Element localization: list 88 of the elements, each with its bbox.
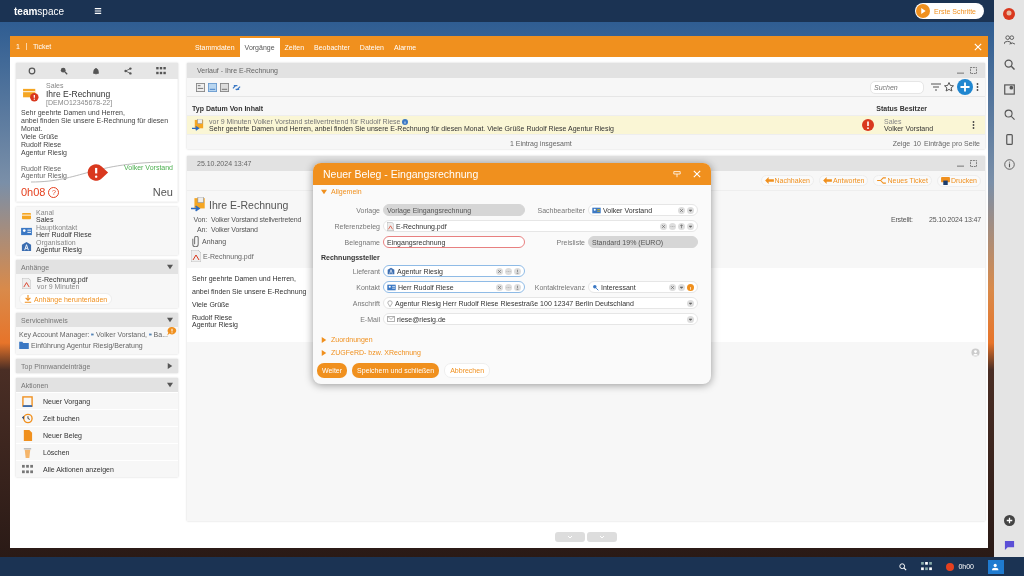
mail-in-icon [192,118,205,132]
info-icon[interactable] [402,118,409,125]
search-icon[interactable] [1003,109,1015,120]
share-icon[interactable] [124,67,132,75]
bell-icon[interactable] [92,67,100,75]
contact-card-icon [387,283,396,291]
download-icon [24,295,32,304]
toggle-icon [321,188,327,195]
search-icon[interactable] [1003,59,1015,70]
pdf-file-icon [22,277,31,289]
user-icon [992,562,1000,571]
link-icon[interactable] [232,82,241,92]
mail-in-icon [191,197,207,213]
calendar-icon[interactable] [1003,84,1015,95]
dropdown-icon[interactable] [687,206,694,214]
building-icon [387,267,395,275]
dropdown-icon[interactable] [687,222,694,230]
info-icon[interactable] [687,283,694,291]
toggle-icon[interactable] [167,363,173,370]
toggle-icon[interactable] [167,317,173,324]
window-icon [22,395,33,407]
document-icon [22,429,33,441]
paperclip-icon [191,236,200,247]
dropdown-icon[interactable] [678,283,685,291]
toggle-icon[interactable] [167,382,173,389]
search-icon[interactable] [60,67,68,75]
view-icon[interactable] [196,82,205,92]
trash-icon [22,446,33,458]
more-icon[interactable] [976,82,979,92]
pdf-file-icon [387,221,394,231]
contact-card-icon [21,226,32,236]
clear-icon[interactable] [669,283,676,291]
circle-icon[interactable] [28,67,36,75]
avatar[interactable] [1003,8,1015,20]
view-icon[interactable] [208,82,217,92]
menu-icon[interactable] [94,7,103,15]
alert-icon [862,119,874,131]
logo[interactable]: teamspace [14,5,65,17]
pdf-file-icon [191,250,201,262]
maximize-icon[interactable] [970,67,977,74]
branch-icon [877,177,887,184]
envelope-icon [387,316,395,322]
dropdown-icon[interactable] [687,315,694,323]
toggle-icon[interactable] [167,264,173,271]
more-icon[interactable] [972,120,975,130]
grid-icon [22,463,33,475]
dialog-title: Neuer Beleg - Eingangsrechnung [323,168,479,180]
building-icon [21,240,32,252]
dropdown-icon[interactable] [687,299,694,307]
arrow-left-icon [822,177,832,184]
user-icon [971,348,980,357]
info-icon[interactable] [1003,159,1015,170]
folder-icon [19,341,29,350]
clear-icon[interactable] [678,206,685,214]
search-icon[interactable] [899,562,908,571]
people-icon[interactable] [1003,34,1015,45]
user-switch-button[interactable] [988,559,1004,574]
apps-icon[interactable] [921,562,933,571]
add-icon[interactable] [1003,515,1015,526]
clear-icon[interactable] [496,267,503,275]
clock-icon [22,412,33,424]
chat-icon[interactable] [1003,540,1015,551]
phone-icon[interactable] [1003,134,1015,145]
star-icon[interactable] [944,82,954,92]
clear-icon[interactable] [660,222,667,230]
elapsed-time: 0h08 [21,186,46,199]
ticket-subject: Ihre E-Rechnung [46,89,112,99]
grid-icon[interactable] [156,67,166,75]
bulb-icon[interactable] [514,283,521,291]
clear-icon[interactable] [496,283,503,291]
close-icon[interactable] [693,170,701,178]
record-icon[interactable] [946,562,955,571]
bulb-icon[interactable] [514,267,521,275]
ticket-status: Neu [152,186,173,199]
close-icon[interactable] [974,42,982,51]
alert-icon [87,163,109,183]
play-icon [916,4,930,18]
view-icon[interactable] [220,82,229,92]
message-title: Ihre E-Rechnung [209,199,289,211]
printer-icon [940,176,950,185]
upload-icon[interactable] [678,222,685,230]
maximize-icon[interactable] [970,160,977,167]
arrow-left-icon [764,177,774,184]
location-pin-icon [387,299,393,307]
search-icon [592,283,599,291]
channel-icon [21,211,32,221]
contact-card-icon [592,206,601,214]
mail-alert-icon [23,87,40,102]
